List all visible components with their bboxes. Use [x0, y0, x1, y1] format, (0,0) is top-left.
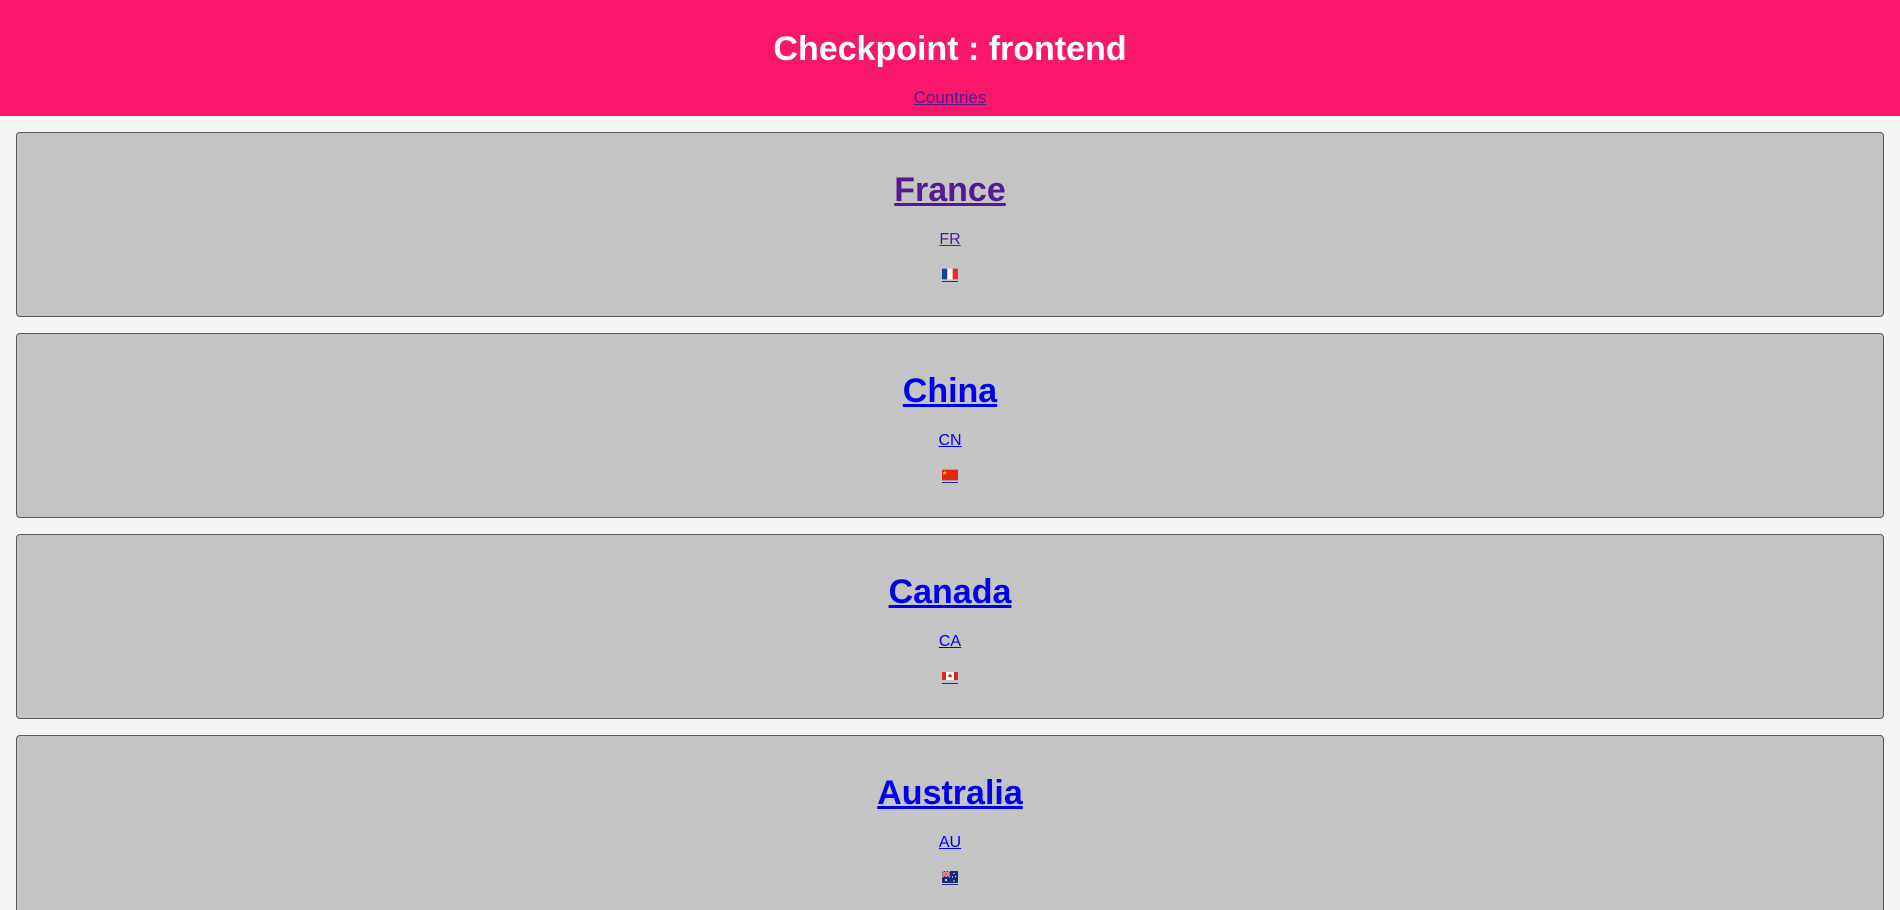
china-flag-icon	[942, 469, 958, 483]
country-code-link[interactable]: FR	[939, 230, 960, 250]
country-name-link[interactable]: France	[894, 170, 1006, 210]
country-name-link[interactable]: Australia	[877, 773, 1023, 813]
country-list: France FR China CN Canada CA Australia A…	[0, 116, 1900, 910]
site-title: Checkpoint : frontend	[773, 30, 1127, 68]
site-header: Checkpoint : frontend Countries	[0, 0, 1900, 116]
australia-flag-icon	[942, 871, 958, 885]
country-code-link[interactable]: CA	[939, 632, 961, 652]
country-card-canada: Canada CA	[16, 534, 1884, 719]
country-code-link[interactable]: AU	[939, 833, 961, 853]
canada-flag-icon	[942, 670, 958, 684]
country-name-link[interactable]: Canada	[889, 572, 1012, 612]
france-flag-icon	[942, 268, 958, 282]
countries-nav-link[interactable]: Countries	[914, 88, 987, 108]
country-card-china: China CN	[16, 333, 1884, 518]
country-code-link[interactable]: CN	[938, 431, 961, 451]
country-name-link[interactable]: China	[903, 371, 997, 411]
country-card-france: France FR	[16, 132, 1884, 317]
country-card-australia: Australia AU	[16, 735, 1884, 910]
